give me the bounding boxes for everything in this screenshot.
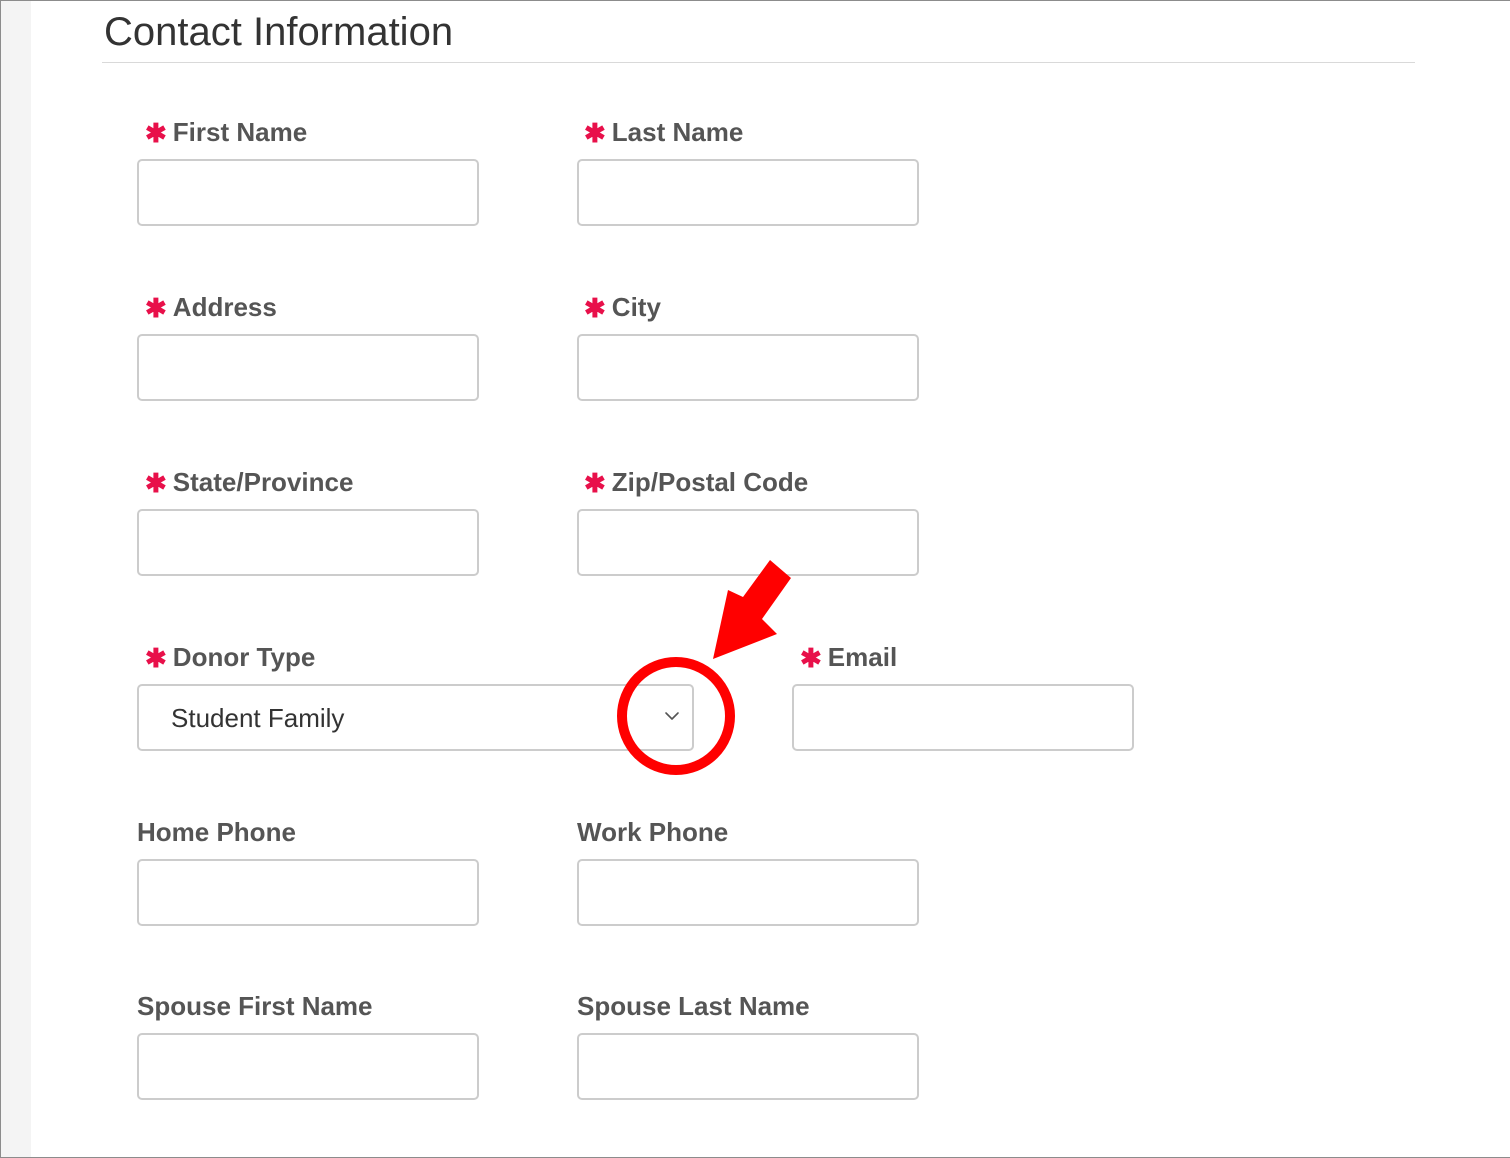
address-input[interactable] [137, 334, 479, 401]
zip-input[interactable] [577, 509, 919, 576]
last-name-input[interactable] [577, 159, 919, 226]
required-icon: ✱ [145, 118, 167, 148]
address-label: ✱ Address [145, 292, 277, 323]
spouse-first-name-input[interactable] [137, 1033, 479, 1100]
section-title: Contact Information [104, 10, 454, 54]
required-icon: ✱ [145, 643, 167, 673]
home-phone-input[interactable] [137, 859, 479, 926]
spouse-last-name-label: Spouse Last Name [577, 991, 810, 1021]
work-phone-label: Work Phone [577, 817, 729, 847]
donor-type-selected-value: Student Family [171, 703, 345, 733]
required-icon: ✱ [584, 293, 606, 323]
section-divider [102, 62, 1415, 63]
last-name-label: ✱ Last Name [584, 117, 744, 148]
zip-label: ✱ Zip/Postal Code [584, 467, 809, 498]
donor-type-select[interactable]: Student Family [137, 684, 694, 751]
spouse-last-name-input[interactable] [577, 1033, 919, 1100]
required-icon: ✱ [584, 118, 606, 148]
required-icon: ✱ [145, 293, 167, 323]
donor-type-label: ✱ Donor Type [145, 642, 316, 673]
state-label: ✱ State/Province [145, 467, 354, 498]
state-input[interactable] [137, 509, 479, 576]
required-icon: ✱ [584, 468, 606, 498]
city-label: ✱ City [584, 292, 661, 323]
email-label: ✱ Email [800, 642, 898, 673]
work-phone-input[interactable] [577, 859, 919, 926]
required-icon: ✱ [800, 643, 822, 673]
chevron-down-icon[interactable] [664, 710, 680, 722]
first-name-label: ✱ First Name [145, 117, 308, 148]
first-name-input[interactable] [137, 159, 479, 226]
required-icon: ✱ [145, 468, 167, 498]
home-phone-label: Home Phone [137, 817, 296, 847]
city-input[interactable] [577, 334, 919, 401]
email-input[interactable] [792, 684, 1134, 751]
spouse-first-name-label: Spouse First Name [137, 991, 373, 1021]
